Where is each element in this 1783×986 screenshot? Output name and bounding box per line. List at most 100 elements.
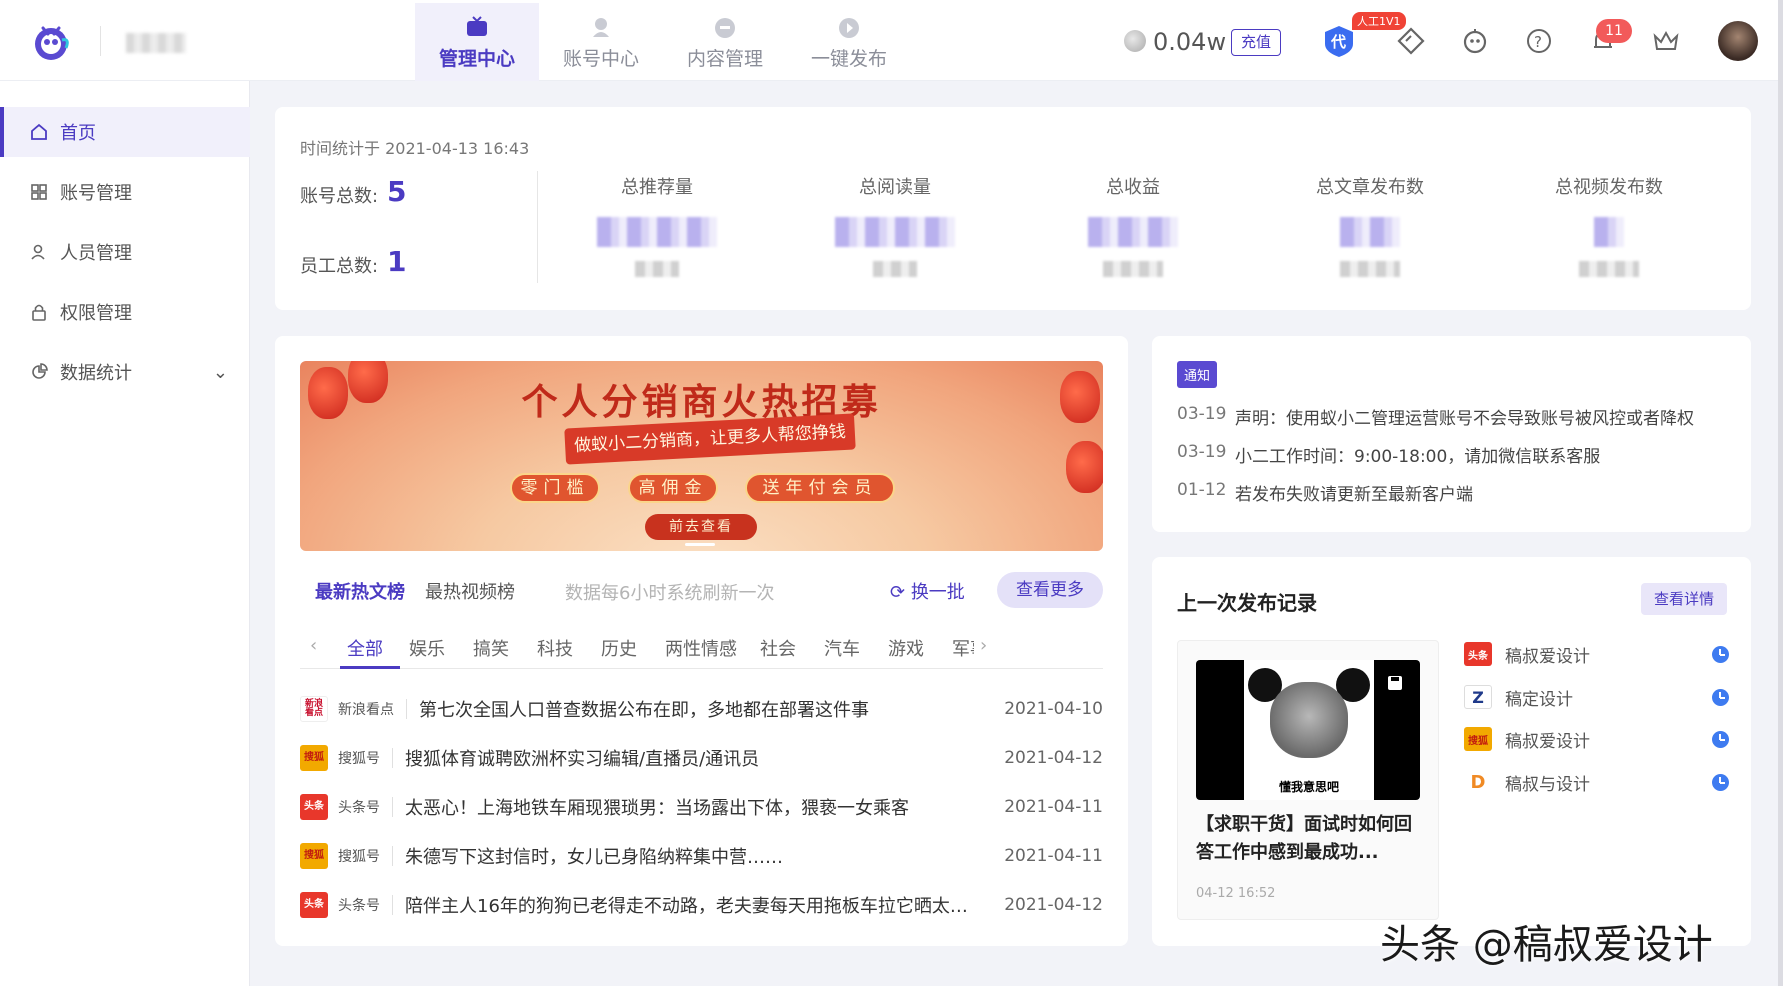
metric-label: 总视频发布数 [1555, 177, 1663, 198]
refresh-note: 数据每6小时系统刷新一次 [565, 583, 775, 604]
clock-icon [1712, 773, 1729, 791]
category-relationships[interactable]: 两性情感 [665, 635, 737, 661]
published-account[interactable]: D 稿叔与设计 [1464, 768, 1729, 796]
folder-icon [715, 17, 735, 38]
category-tabs: ‹ 全部 娱乐 搞笑 科技 历史 两性情感 社会 汽车 游戏 军事 › [300, 627, 1103, 669]
metric-value-blurred [1088, 217, 1178, 247]
category-tech[interactable]: 科技 [537, 635, 573, 661]
article-source: 头条号 [338, 800, 380, 816]
flame-logo-icon: D [1464, 770, 1492, 794]
banner-pill: 零门槛 [510, 473, 600, 503]
nav-management-center[interactable]: 管理中心 [415, 3, 539, 81]
sidebar-item-permissions[interactable]: 权限管理 [0, 287, 250, 337]
tab-hot-articles[interactable]: 最新热文榜 [315, 578, 405, 604]
article-title[interactable]: 搜狐体育诚聘欧洲杯实习编辑/直播员/通讯员 [405, 745, 974, 771]
notice-item[interactable]: 03-19 小二工作时间：9:00-18:00，请加微信联系客服 [1177, 442, 1600, 467]
notice-text[interactable]: 若发布失败请更新至最新客户端 [1235, 480, 1473, 505]
promo-banner[interactable]: 个人分销商火热招募 做蚁小二分销商，让更多人帮您挣钱 零门槛 高佣金 送年付会员… [300, 361, 1103, 551]
publish-item[interactable]: 懂我意思吧 【求职干货】面试时如何回答工作中感到最成功... 04-12 16:… [1177, 640, 1439, 920]
source-divider [392, 895, 393, 915]
nav-label: 账号中心 [562, 47, 639, 70]
banner-title: 个人分销商火热招募 [521, 381, 882, 423]
article-title[interactable]: 第七次全国人口普查数据公布在即，多地都在部署这件事 [419, 696, 974, 722]
category-society[interactable]: 社会 [760, 635, 796, 661]
hot-content-card: 个人分销商火热招募 做蚁小二分销商，让更多人帮您挣钱 零门槛 高佣金 送年付会员… [275, 336, 1128, 946]
clock-icon [1712, 688, 1729, 706]
article-row[interactable]: 新浪 看点 新浪看点 第七次全国人口普查数据公布在即，多地都在部署这件事 202… [300, 694, 1103, 724]
category-auto[interactable]: 汽车 [824, 635, 860, 661]
crown-icon[interactable] [1651, 26, 1681, 56]
article-row[interactable]: 头条 头条号 太恶心！上海地铁车厢现猥琐男：当场露出下体，猥亵一女乘客 2021… [300, 792, 1103, 822]
category-active-underline [340, 666, 400, 669]
tab-hot-videos[interactable]: 最热视频榜 [425, 578, 515, 604]
staff-total-value: 1 [387, 245, 407, 278]
nav-content-management[interactable]: 内容管理 [663, 3, 787, 81]
vip-shield-icon[interactable]: 代 [1322, 24, 1356, 58]
refresh-icon: ⟳ [890, 582, 911, 603]
chevron-left-icon[interactable]: ‹ [310, 635, 317, 656]
home-icon [31, 123, 47, 140]
sidebar-item-home[interactable]: 首页 [0, 107, 250, 157]
notice-text[interactable]: 声明：使用蚁小二管理运营账号不会导致账号被风控或者降权 [1235, 404, 1694, 429]
category-all[interactable]: 全部 [347, 635, 383, 661]
category-funny[interactable]: 搞笑 [473, 635, 509, 661]
metric-articles: 总文章发布数 [1280, 173, 1460, 277]
published-account[interactable]: Z 稿定设计 [1464, 683, 1729, 711]
view-more-button[interactable]: 查看更多 [997, 572, 1103, 608]
sidebar-item-label: 首页 [60, 123, 96, 144]
article-date: 2021-04-11 [1004, 797, 1103, 817]
notice-date: 01-12 [1177, 480, 1227, 500]
metric-sub-blurred [1103, 261, 1163, 277]
lantern-icon [1066, 441, 1103, 493]
watermark: 头条 @稿叔爱设计 [1380, 922, 1713, 968]
sidebar-item-statistics[interactable]: 数据统计 ⌄ [0, 347, 250, 397]
article-title[interactable]: 陪伴主人16年的狗狗已老得走不动路，老夫妻每天用拖板车拉它晒太阳... [405, 892, 974, 918]
swap-batch-button[interactable]: ⟳ 换一批 [890, 578, 965, 604]
metric-sub-blurred [635, 261, 679, 277]
nav-one-click-publish[interactable]: 一键发布 [787, 3, 911, 81]
user-avatar[interactable] [1718, 21, 1758, 61]
notice-item[interactable]: 03-19 声明：使用蚁小二管理运营账号不会导致账号被风控或者降权 [1177, 404, 1694, 429]
metric-sub-blurred [1340, 261, 1400, 277]
chevron-down-icon: ⌄ [212, 361, 228, 383]
hot-tabs-row: 最新热文榜 最热视频榜 数据每6小时系统刷新一次 ⟳ 换一批 查看更多 [300, 572, 1103, 608]
article-row[interactable]: 搜狐 搜狐号 朱德写下这封信时，女儿已身陷纳粹集中营…… 2021-04-11 [300, 841, 1103, 871]
article-row[interactable]: 头条 头条号 陪伴主人16年的狗狗已老得走不动路，老夫妻每天用拖板车拉它晒太阳.… [300, 890, 1103, 920]
page-scrollbar[interactable] [1778, 0, 1783, 986]
view-details-button[interactable]: 查看详情 [1641, 583, 1727, 615]
banner-indicator[interactable] [685, 543, 715, 546]
nav-label: 一键发布 [810, 47, 887, 70]
robot-icon[interactable] [1460, 26, 1490, 56]
help-icon[interactable]: ? [1524, 26, 1554, 56]
article-row[interactable]: 搜狐 搜狐号 搜狐体育诚聘欧洲杯实习编辑/直播员/通讯员 2021-04-12 [300, 743, 1103, 773]
category-history[interactable]: 历史 [601, 635, 637, 661]
toutiao-logo-icon: 头条 [1464, 642, 1492, 666]
nav-label: 管理中心 [438, 47, 515, 70]
source-divider [406, 699, 407, 719]
article-date: 2021-04-11 [1004, 846, 1103, 866]
tag-icon[interactable] [1396, 26, 1426, 56]
sidebar-item-accounts[interactable]: 账号管理 [0, 167, 250, 217]
metric-label: 总收益 [1106, 177, 1160, 198]
category-entertainment[interactable]: 娱乐 [409, 635, 445, 661]
article-source: 搜狐号 [338, 849, 380, 865]
user-icon [593, 17, 609, 37]
chevron-right-icon[interactable]: › [980, 635, 987, 656]
category-military[interactable]: 军事 [952, 635, 974, 661]
banner-view-button[interactable]: 前去查看 [645, 514, 757, 540]
app-logo-icon[interactable] [30, 20, 72, 64]
published-account[interactable]: 搜狐 稿叔爱设计 [1464, 725, 1729, 753]
save-icon [1388, 676, 1402, 690]
coin-icon [1124, 30, 1146, 52]
published-account[interactable]: 头条 稿叔爱设计 [1464, 640, 1729, 668]
nav-account-center[interactable]: 账号中心 [539, 3, 663, 81]
category-games[interactable]: 游戏 [888, 635, 924, 661]
notice-text[interactable]: 小二工作时间：9:00-18:00，请加微信联系客服 [1235, 442, 1600, 467]
stats-time-note: 时间统计于 2021-04-13 16:43 [300, 139, 530, 158]
sidebar-item-staff[interactable]: 人员管理 [0, 227, 250, 277]
article-title[interactable]: 朱德写下这封信时，女儿已身陷纳粹集中营…… [405, 843, 974, 869]
account-name: 稿叔与设计 [1505, 774, 1590, 795]
article-title[interactable]: 太恶心！上海地铁车厢现猥琐男：当场露出下体，猥亵一女乘客 [405, 794, 974, 820]
recharge-button[interactable]: 充值 [1231, 29, 1281, 56]
notice-item[interactable]: 01-12 若发布失败请更新至最新客户端 [1177, 480, 1473, 505]
